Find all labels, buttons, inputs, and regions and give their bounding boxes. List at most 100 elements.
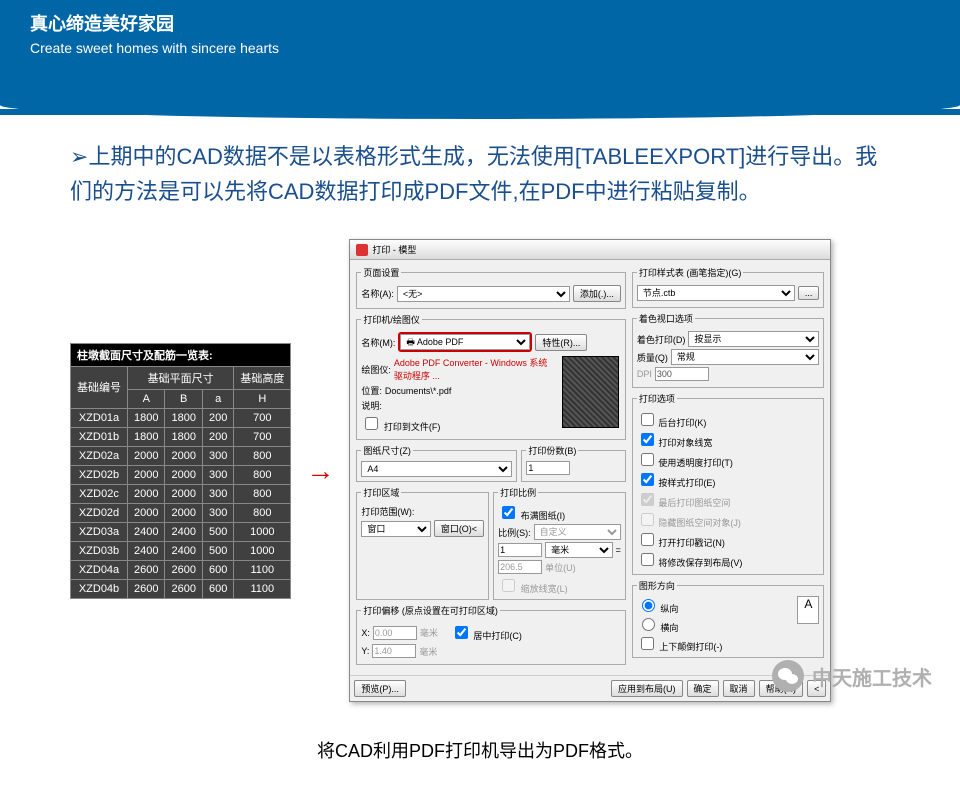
table-row: XZD02c20002000300800 [71,484,291,503]
table-row: XZD01b18001800200700 [71,427,291,446]
legend: 着色视口选项 [637,312,695,325]
col-sub: B [165,389,202,408]
table-cell: 700 [234,408,291,427]
center-check[interactable]: 居中打印(C) [451,623,522,642]
table-cell: XZD02b [71,465,128,484]
table-cell: 2400 [165,541,202,560]
opt-check: 最后打印图纸空间 [637,490,820,509]
table-cell: 2000 [165,446,202,465]
table-cell: 500 [202,522,233,541]
x-input[interactable] [373,626,417,640]
table-row: XZD03a240024005001000 [71,522,291,541]
legend: 图形方向 [637,579,677,592]
shade-select[interactable]: 按显示 [688,331,819,347]
table-cell: 300 [202,446,233,465]
legend: 打印选项 [637,392,677,405]
opt-check[interactable]: 打开打印戳记(N) [637,530,820,549]
col-sub: A [128,389,165,408]
intro-text: 上期中的CAD数据不是以表格形式生成，无法使用[TABLEEXPORT]进行导出… [70,144,877,204]
table-cell: 2000 [165,465,202,484]
table-title: 柱墩截面尺寸及配筋一览表: [71,343,291,366]
table-row: XZD02b20002000300800 [71,465,291,484]
copies-input[interactable] [526,461,570,475]
cancel-button[interactable]: 取消 [723,680,755,697]
legend: 打印份数(B) [526,444,578,457]
opt-check[interactable]: 后台打印(K) [637,410,820,429]
y-input[interactable] [372,644,416,658]
upside-check[interactable]: 上下颠倒打印(-) [637,642,723,652]
properties-button[interactable]: 特性(R)... [535,334,587,351]
pagesetup-select[interactable]: <无> [397,286,570,302]
value: Adobe PDF Converter - Windows 系统驱动程序 ... [394,356,556,382]
col-header: 基础编号 [71,366,128,408]
table-cell: 200 [202,427,233,446]
scale-select[interactable]: 自定义 [534,524,621,540]
label: 着色打印(D) [637,333,686,346]
tofile-check[interactable]: 打印到文件(F) [361,414,440,433]
table-row: XZD04a260026006001100 [71,560,291,579]
dialog-titlebar[interactable]: 打印 - 模型 [350,240,830,260]
portrait-radio[interactable]: 纵向 [637,604,679,614]
table-cell: 300 [202,465,233,484]
opt-check[interactable]: 使用透明度打印(T) [637,450,820,469]
landscape-radio[interactable]: 横向 [637,623,679,633]
style-group: 打印样式表 (画笔指定)(G) 节点.ctb... [632,266,825,308]
table-cell: 2600 [128,579,165,598]
table-row: XZD02d20002000300800 [71,503,291,522]
apply-button[interactable]: 应用到布局(U) [611,680,683,697]
printer-highlight: 🖶 Adobe PDF [398,332,532,352]
offset-group: 打印偏移 (原点设置在可打印区域) X:毫米 居中打印(C) Y:毫米 [356,604,626,665]
opt-check[interactable]: 按样式打印(E) [637,470,820,489]
paper-select[interactable]: A4 [361,461,512,477]
label: 位置: [361,384,382,397]
table-cell: XZD03b [71,541,128,560]
opt-check[interactable]: 打印对象线宽 [637,430,820,449]
col-header: 基础平面尺寸 [128,366,234,389]
table-cell: 2000 [165,484,202,503]
label: 说明: [361,399,382,412]
legend: 页面设置 [361,266,401,279]
paper-preview [562,356,619,428]
table-cell: 200 [202,408,233,427]
table-cell: 2000 [128,465,165,484]
area-select[interactable]: 窗口 [361,521,430,537]
add-button[interactable]: 添加(.)... [573,285,621,302]
mm-select[interactable]: 毫米 [545,542,612,558]
table-row: XZD02a20002000300800 [71,446,291,465]
legend: 打印偏移 (原点设置在可打印区域) [361,604,500,617]
unit1-input[interactable] [498,543,542,557]
printer-select[interactable]: 🖶 Adobe PDF [400,334,530,350]
table-cell: 300 [202,484,233,503]
legend: 打印区域 [361,486,401,499]
fit-check[interactable]: 布满图纸(I) [498,511,565,521]
table-cell: XZD04a [71,560,128,579]
preview-button[interactable]: 预览(P)... [354,680,406,697]
table-cell: 1800 [165,427,202,446]
area-group: 打印区域 打印范围(W): 窗口 窗口(O)< [356,486,489,600]
unit2-input[interactable] [498,560,542,574]
legend: 打印机/绘图仪 [361,313,422,326]
ok-button[interactable]: 确定 [687,680,719,697]
slide-header: 真心缔造美好家园 Create sweet homes with sincere… [0,0,960,109]
legend: 打印样式表 (画笔指定)(G) [637,266,744,279]
legend: 打印比例 [498,486,538,499]
quality-select[interactable]: 常规 [671,349,820,365]
table-cell: 700 [234,427,291,446]
col-sub: a [202,389,233,408]
table-cell: XZD04b [71,579,128,598]
viewport-group: 着色视口选项 着色打印(D)按显示 质量(Q)常规 DPI [632,312,825,388]
scale-group: 打印比例 布满图纸(I) 比例(S):自定义 毫米= 单位(U) 缩放线宽(L) [493,486,626,600]
style-edit-button[interactable]: ... [798,286,820,300]
table-cell: 2600 [165,579,202,598]
intro-paragraph: ➢上期中的CAD数据不是以表格形式生成，无法使用[TABLEEXPORT]进行导… [70,139,890,209]
table-cell: XZD02d [71,503,128,522]
table-cell: 1800 [128,408,165,427]
dialog-title: 打印 - 模型 [372,243,416,256]
opt-check[interactable]: 将修改保存到布局(V) [637,550,820,569]
style-select[interactable]: 节点.ctb [637,285,795,301]
window-button[interactable]: 窗口(O)< [434,520,484,537]
table-cell: 2600 [165,560,202,579]
label: 质量(Q) [637,351,668,364]
table-cell: 800 [234,484,291,503]
table-cell: 2400 [128,522,165,541]
